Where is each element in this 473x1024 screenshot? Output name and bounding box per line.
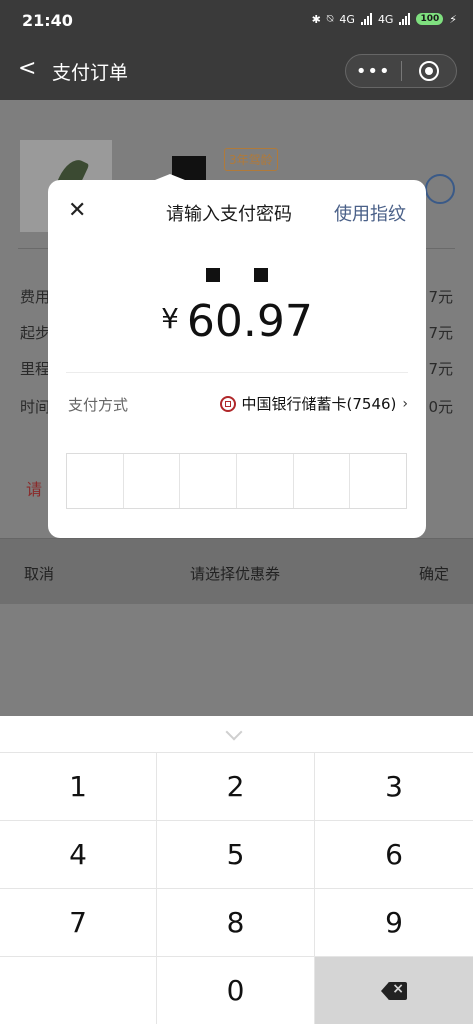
- coupon-title: 请选择优惠券: [190, 565, 281, 583]
- red-notice: 请: [26, 480, 43, 499]
- numeric-keyboard: 1 2 3 4 5 6 7 8 9 0 ×: [0, 716, 473, 1024]
- key-4[interactable]: 4: [0, 821, 157, 889]
- payment-method-label: 支付方式: [68, 396, 129, 414]
- key-6[interactable]: 6: [315, 821, 473, 889]
- key-3[interactable]: 3: [315, 753, 473, 821]
- miniapp-capsule: •••: [345, 54, 457, 88]
- close-icon[interactable]: ✕: [68, 198, 86, 224]
- chevron-down-icon: [225, 723, 243, 741]
- page-title: 支付订单: [52, 62, 129, 84]
- key-blank: [0, 957, 157, 1024]
- start-value: 7元: [428, 324, 453, 342]
- coupon-bar: 取消 请选择优惠券 确定: [0, 538, 473, 604]
- backspace-icon: ×: [381, 981, 407, 1000]
- net1-label: 4G: [339, 12, 355, 26]
- chevron-right-icon: ›: [402, 395, 408, 412]
- password-cell: [124, 454, 181, 508]
- key-0[interactable]: 0: [157, 957, 315, 1024]
- bank-of-china-icon: [219, 395, 236, 412]
- key-1[interactable]: 1: [0, 753, 157, 821]
- coupon-cancel-button[interactable]: 取消: [24, 563, 54, 584]
- time-label: 时间: [20, 398, 51, 416]
- password-cell: [237, 454, 294, 508]
- signal-icon-2: [399, 13, 411, 25]
- net2-label: 4G: [377, 12, 394, 26]
- signal-icon: [360, 13, 372, 25]
- status-bar: 21:40 ✱ ⍉ 4G 4G 100 ⚡: [0, 0, 473, 42]
- password-cell: [180, 454, 238, 508]
- key-2[interactable]: 2: [157, 753, 315, 821]
- dialog-title: 请输入支付密码: [166, 204, 292, 225]
- back-icon[interactable]: <: [18, 56, 36, 81]
- status-icons: ✱ ⍉ 4G 4G 100 ⚡: [312, 12, 457, 26]
- nav-bar: < 支付订单 •••: [0, 42, 473, 100]
- use-fingerprint-link[interactable]: 使用指纹: [334, 200, 406, 226]
- redacted-mark: [206, 268, 220, 282]
- fee-value: 7元: [428, 288, 453, 306]
- redacted-mark: [254, 268, 268, 282]
- phone-icon[interactable]: [425, 174, 455, 204]
- password-input[interactable]: [66, 453, 407, 509]
- fee-label: 费用: [20, 288, 51, 306]
- keyboard-grid: 1 2 3 4 5 6 7 8 9 0 ×: [0, 752, 473, 1024]
- distance-label: 里程: [20, 360, 51, 378]
- coupon-confirm-button[interactable]: 确定: [419, 563, 449, 584]
- password-cell: [350, 454, 406, 508]
- amount-value: 60.97: [186, 296, 313, 347]
- battery-icon: 100: [416, 13, 444, 25]
- payment-method-value: 中国银行储蓄卡(7546): [241, 395, 397, 413]
- bluetooth-icon: ✱: [311, 12, 321, 26]
- payment-amount: ¥60.97: [48, 296, 426, 347]
- password-cell: [67, 454, 124, 508]
- keyboard-collapse-button[interactable]: [0, 716, 473, 752]
- key-7[interactable]: 7: [0, 889, 157, 957]
- delete-key[interactable]: ×: [315, 957, 473, 1024]
- start-label: 起步: [20, 324, 51, 342]
- key-8[interactable]: 8: [157, 889, 315, 957]
- payment-method-selector[interactable]: 中国银行储蓄卡(7546) ›: [219, 393, 408, 414]
- driver-tag: 3年驾龄: [224, 148, 278, 171]
- currency-symbol: ¥: [161, 302, 179, 335]
- status-time: 21:40: [22, 11, 73, 30]
- silent-icon: ⍉: [326, 12, 334, 25]
- password-cell: [294, 454, 351, 508]
- distance-value: 7元: [428, 360, 453, 378]
- payment-dialog: ✕ 请输入支付密码 使用指纹 ¥60.97 支付方式 中国银行储蓄卡(7546)…: [48, 180, 426, 538]
- more-dots-icon[interactable]: •••: [346, 61, 401, 82]
- key-9[interactable]: 9: [315, 889, 473, 957]
- target-icon[interactable]: [402, 61, 457, 81]
- time-value: 0元: [428, 398, 453, 416]
- divider: [66, 372, 408, 373]
- charging-icon: ⚡: [449, 12, 457, 26]
- key-5[interactable]: 5: [157, 821, 315, 889]
